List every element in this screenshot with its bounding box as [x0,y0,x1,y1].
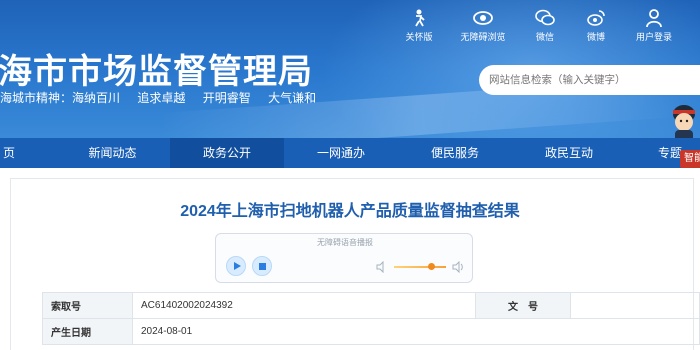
play-button[interactable] [226,256,246,276]
smart-assistant-badge[interactable]: 智能 [680,150,700,168]
tool-label: 用户登录 [635,32,672,42]
audio-player: 无障碍语音播报 [215,233,473,283]
info-label: 文 号 [475,292,571,319]
volume-up-icon[interactable] [452,261,464,273]
info-label: 索取号 [42,292,133,319]
mascot-icon [673,105,695,138]
site-title[interactable]: 海市市场监督管理局 [0,44,313,93]
tool-label: 关怀版 [405,32,433,42]
nav-news[interactable]: 新闻动态 [55,138,170,168]
info-table: 索取号 AC61402002024392 文 号 产生日期 2024-08-01 [42,292,700,345]
tool-label: 微信 [535,32,554,42]
user-login-button[interactable]: 用户登录 [624,8,684,43]
weibo-button[interactable]: 微博 [566,8,626,43]
info-value: 2024-08-01 [132,318,700,345]
site-motto: 海城市精神：海纳百川 追求卓越 开明睿智 大气谦和 [0,89,330,106]
volume-down-icon[interactable] [376,261,388,273]
nav-gov-affairs[interactable]: 政务公开 [170,138,284,168]
accessibility-button[interactable]: 无障碍浏览 [453,8,513,43]
site-header: 海市市场监督管理局 海城市精神：海纳百川 追求卓越 开明睿智 大气谦和 关怀版 … [0,0,700,138]
nav-home[interactable]: 页 [0,138,24,168]
info-value [570,292,700,319]
motto-part: 大气谦和 [268,91,317,105]
nav-one-network[interactable]: 一网通办 [284,138,398,168]
nav-interaction[interactable]: 政民互动 [512,138,626,168]
user-icon [646,9,662,28]
top-toolbar: 关怀版 无障碍浏览 微信 微博 用户登录 [0,8,700,44]
nav-convenience[interactable]: 便民服务 [398,138,512,168]
info-value: AC61402002024392 [132,292,476,319]
table-row: 索取号 AC61402002024392 文 号 [42,292,700,319]
wechat-icon [535,9,555,26]
elder-care-button[interactable]: 关怀版 [389,8,449,43]
stop-button[interactable] [252,256,272,276]
table-row: 产生日期 2024-08-01 [42,318,700,345]
main-nav: 页 新闻动态 政务公开 一网通办 便民服务 政民互动 专题 [0,138,700,168]
player-label: 无障碍语音播报 [317,238,373,247]
volume-slider-handle[interactable] [428,263,436,270]
search-input[interactable] [479,65,700,95]
tool-label: 微博 [586,32,605,42]
elder-care-icon [415,9,425,27]
article-title: 2024年上海市扫地机器人产品质量监督抽查结果 [180,203,520,220]
eye-icon [473,11,493,25]
weibo-icon [587,10,605,26]
motto-part: 追求卓越 [137,91,186,105]
info-label: 产生日期 [42,318,133,345]
tool-label: 无障碍浏览 [460,32,506,42]
motto-part: 海城市精神：海纳百川 [0,91,121,105]
motto-part: 开明睿智 [202,91,251,105]
volume-slider[interactable] [394,266,446,268]
